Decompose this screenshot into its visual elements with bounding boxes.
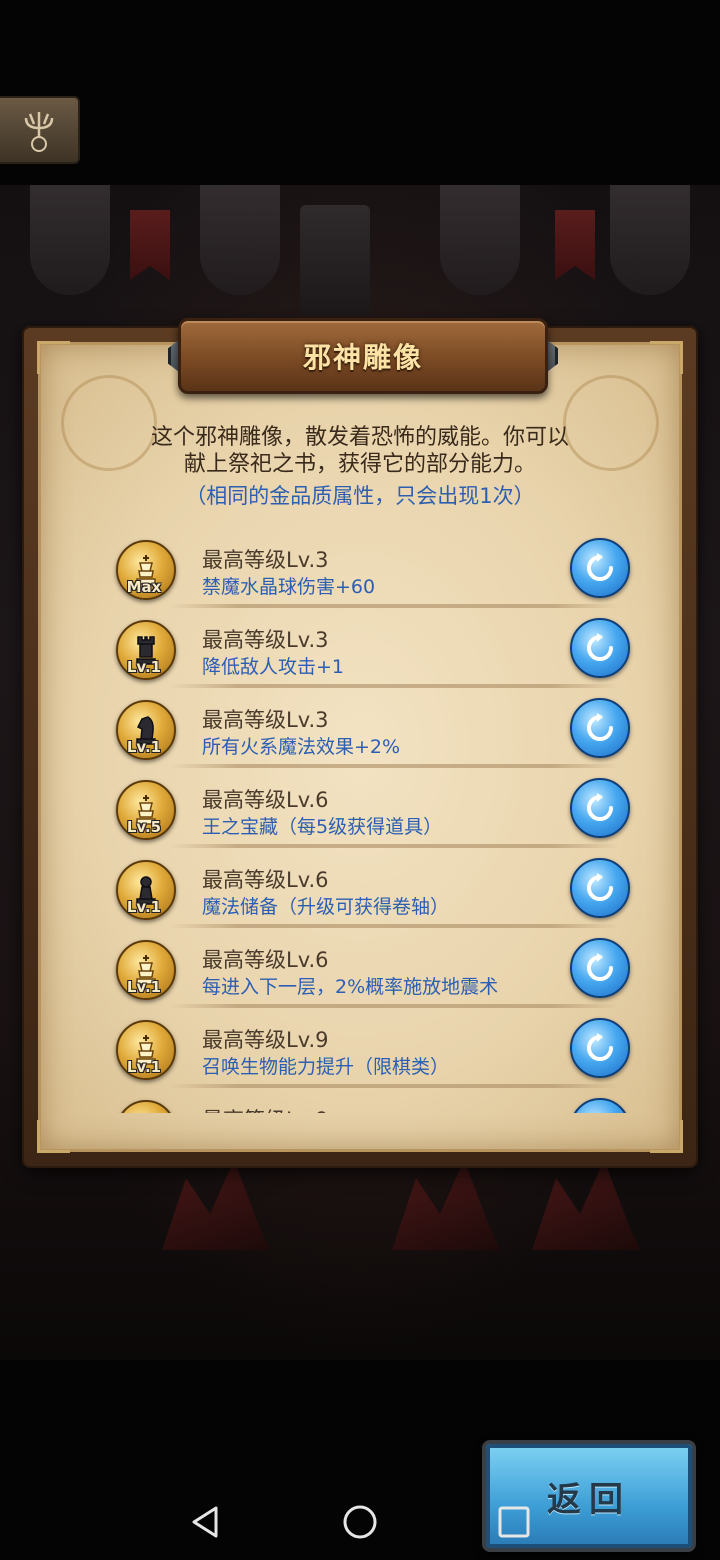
nav-home-icon[interactable] bbox=[340, 1502, 380, 1542]
statue-menu-icon[interactable] bbox=[0, 96, 80, 164]
effect-label: 每进入下一层，2%概率施放地震术 bbox=[202, 976, 499, 998]
refresh-button[interactable] bbox=[570, 698, 630, 758]
refresh-button[interactable] bbox=[570, 938, 630, 998]
list-item: 最高等级Lv.9 bbox=[110, 1090, 640, 1113]
dialog-note: （相同的金品质属性，只会出现1次） bbox=[185, 484, 535, 508]
refresh-button[interactable] bbox=[570, 778, 630, 838]
description-line: 献上祭祀之书，获得它的部分能力。 bbox=[183, 452, 536, 477]
system-nav-bar bbox=[0, 1480, 720, 1560]
max-level-label: 最高等级Lv.3 bbox=[202, 708, 329, 732]
row-divider bbox=[170, 924, 620, 928]
refresh-button[interactable] bbox=[570, 618, 630, 678]
dialog-title: 邪神雕像 bbox=[302, 341, 423, 374]
list-item: Lv.1 最高等级Lv.6 每进入下一层，2%概率施放地震术 bbox=[110, 930, 640, 1010]
background-arch bbox=[200, 185, 280, 295]
max-level-label: 最高等级Lv.9 bbox=[202, 1104, 329, 1113]
ornament-corner bbox=[650, 1120, 683, 1153]
refresh-icon bbox=[587, 1033, 613, 1061]
background-arch bbox=[440, 185, 520, 295]
background-banner bbox=[555, 210, 595, 280]
effect-label: 禁魔水晶球伤害+60 bbox=[202, 576, 376, 598]
level-badge: Max bbox=[126, 578, 162, 596]
refresh-icon bbox=[587, 953, 613, 981]
background-arch bbox=[30, 185, 110, 295]
effect-label: 降低敌人攻击+1 bbox=[202, 656, 345, 678]
max-level-label: 最高等级Lv.6 bbox=[202, 868, 329, 892]
max-level-label: 最高等级Lv.9 bbox=[202, 1028, 329, 1052]
description-line: 这个邪神雕像，散发着恐怖的威能。你可以 bbox=[150, 425, 569, 450]
effect-label: 魔法储备（升级可获得卷轴） bbox=[202, 896, 450, 918]
background-pillar bbox=[300, 205, 370, 315]
list-item: Max 最高等级Lv.3 禁魔水晶球伤害+60 bbox=[110, 530, 640, 610]
max-level-label: 最高等级Lv.3 bbox=[202, 548, 329, 572]
level-badge: Lv.1 bbox=[126, 1058, 162, 1076]
row-divider bbox=[170, 1084, 620, 1088]
ornament-corner bbox=[37, 1120, 70, 1153]
attribute-list[interactable]: Max 最高等级Lv.3 禁魔水晶球伤害+60 Lv.1 最高等级Lv.3 降低敌人攻击+… bbox=[110, 530, 640, 1113]
nav-back-icon[interactable] bbox=[186, 1502, 226, 1542]
dialog-title-plank: 邪神雕像 bbox=[178, 318, 548, 394]
max-level-label: 最高等级Lv.3 bbox=[202, 628, 329, 652]
list-item: Lv.1 最高等级Lv.9 召唤生物能力提升（限棋类） bbox=[110, 1010, 640, 1090]
level-badge: Lv.5 bbox=[126, 818, 162, 836]
dialog-description: 这个邪神雕像，散发着恐怖的威能。你可以 献上祭祀之书，获得它的部分能力。 bbox=[70, 424, 650, 478]
refresh-icon bbox=[587, 553, 613, 581]
refresh-icon bbox=[587, 633, 613, 661]
effect-label: 王之宝藏（每5级获得道具） bbox=[202, 816, 443, 838]
row-divider bbox=[170, 604, 620, 608]
refresh-button[interactable] bbox=[570, 858, 630, 918]
level-badge: Lv.1 bbox=[126, 658, 162, 676]
max-level-label: 最高等级Lv.6 bbox=[202, 788, 329, 812]
level-badge: Lv.1 bbox=[126, 978, 162, 996]
refresh-button[interactable] bbox=[570, 1098, 630, 1113]
background-banner bbox=[130, 210, 170, 280]
refresh-icon bbox=[587, 873, 613, 901]
ornament-corner bbox=[37, 341, 70, 374]
row-divider bbox=[170, 844, 620, 848]
refresh-button[interactable] bbox=[570, 538, 630, 598]
row-divider bbox=[170, 764, 620, 768]
refresh-icon bbox=[587, 713, 613, 741]
candelabra-icon bbox=[24, 112, 54, 152]
ornament-corner bbox=[650, 341, 683, 374]
refresh-icon bbox=[587, 793, 613, 821]
list-item: Lv.1 最高等级Lv.3 降低敌人攻击+1 bbox=[110, 610, 640, 690]
nav-recents-icon[interactable] bbox=[494, 1502, 534, 1542]
row-divider bbox=[170, 1004, 620, 1008]
level-badge: Lv.1 bbox=[126, 738, 162, 756]
effect-label: 所有火系魔法效果+2% bbox=[202, 736, 401, 758]
background-arch bbox=[610, 185, 690, 295]
list-item: Lv.1 最高等级Lv.3 所有火系魔法效果+2% bbox=[110, 690, 640, 770]
refresh-icon bbox=[584, 1112, 616, 1113]
list-item: Lv.5 最高等级Lv.6 王之宝藏（每5级获得道具） bbox=[110, 770, 640, 850]
effect-label: 召唤生物能力提升（限棋类） bbox=[202, 1056, 450, 1078]
row-divider bbox=[170, 684, 620, 688]
refresh-button[interactable] bbox=[570, 1018, 630, 1078]
level-badge: Lv.1 bbox=[126, 898, 162, 916]
chess-medal-icon bbox=[116, 1100, 176, 1113]
max-level-label: 最高等级Lv.6 bbox=[202, 948, 329, 972]
list-item: Lv.1 最高等级Lv.6 魔法储备（升级可获得卷轴） bbox=[110, 850, 640, 930]
